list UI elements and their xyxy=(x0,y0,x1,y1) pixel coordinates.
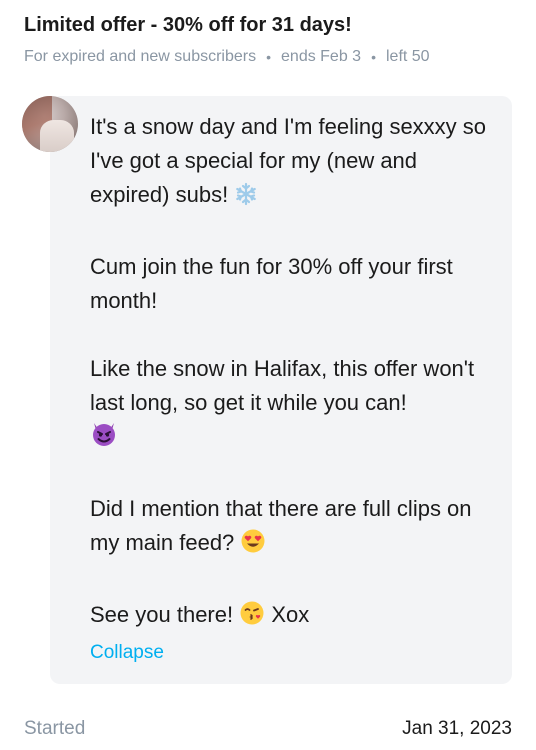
message-text-1: It's a snow day and I'm feeling sexxxy s… xyxy=(90,114,487,207)
message-paragraph-2: Cum join the fun for 30% off your first … xyxy=(90,254,453,313)
offer-title: Limited offer - 30% off for 31 days! xyxy=(24,14,352,36)
message-text-4: Did I mention that there are full clips … xyxy=(90,496,472,555)
started-label: Started xyxy=(24,718,86,739)
offer-ends: ends Feb 3 xyxy=(281,48,362,65)
snowflake-icon xyxy=(234,182,258,216)
avatar[interactable] xyxy=(22,96,78,152)
message-text-5b: Xox xyxy=(271,602,310,627)
message-text-3: Like the snow in Halifax, this offer won… xyxy=(90,356,475,415)
kiss-face-icon xyxy=(239,600,265,636)
offer-audience: For expired and new subscribers xyxy=(24,48,257,65)
heart-eyes-icon xyxy=(240,528,266,564)
offer-meta: For expired and new subscribers • ends F… xyxy=(24,48,520,66)
smiling-devil-icon xyxy=(90,420,118,458)
message-paragraph-3: Like the snow in Halifax, this offer won… xyxy=(90,352,498,458)
footer: Started Jan 31, 2023 xyxy=(24,718,512,740)
separator-dot: • xyxy=(371,49,376,65)
message-paragraph-5: See you there! Xox xyxy=(90,598,498,636)
message-bubble: It's a snow day and I'm feeling sexxxy s… xyxy=(50,96,512,684)
collapse-link[interactable]: Collapse xyxy=(90,642,164,664)
avatar-figure xyxy=(40,120,74,152)
message-paragraph-1: It's a snow day and I'm feeling sexxxy s… xyxy=(90,110,498,216)
separator-dot: • xyxy=(266,49,272,65)
offer-header: Limited offer - 30% off for 31 days! For… xyxy=(24,12,520,66)
message-paragraph-4: Did I mention that there are full clips … xyxy=(90,492,498,564)
started-date: Jan 31, 2023 xyxy=(402,718,512,739)
message-text-5a: See you there! xyxy=(90,602,234,627)
offer-left: left 50 xyxy=(385,48,430,65)
